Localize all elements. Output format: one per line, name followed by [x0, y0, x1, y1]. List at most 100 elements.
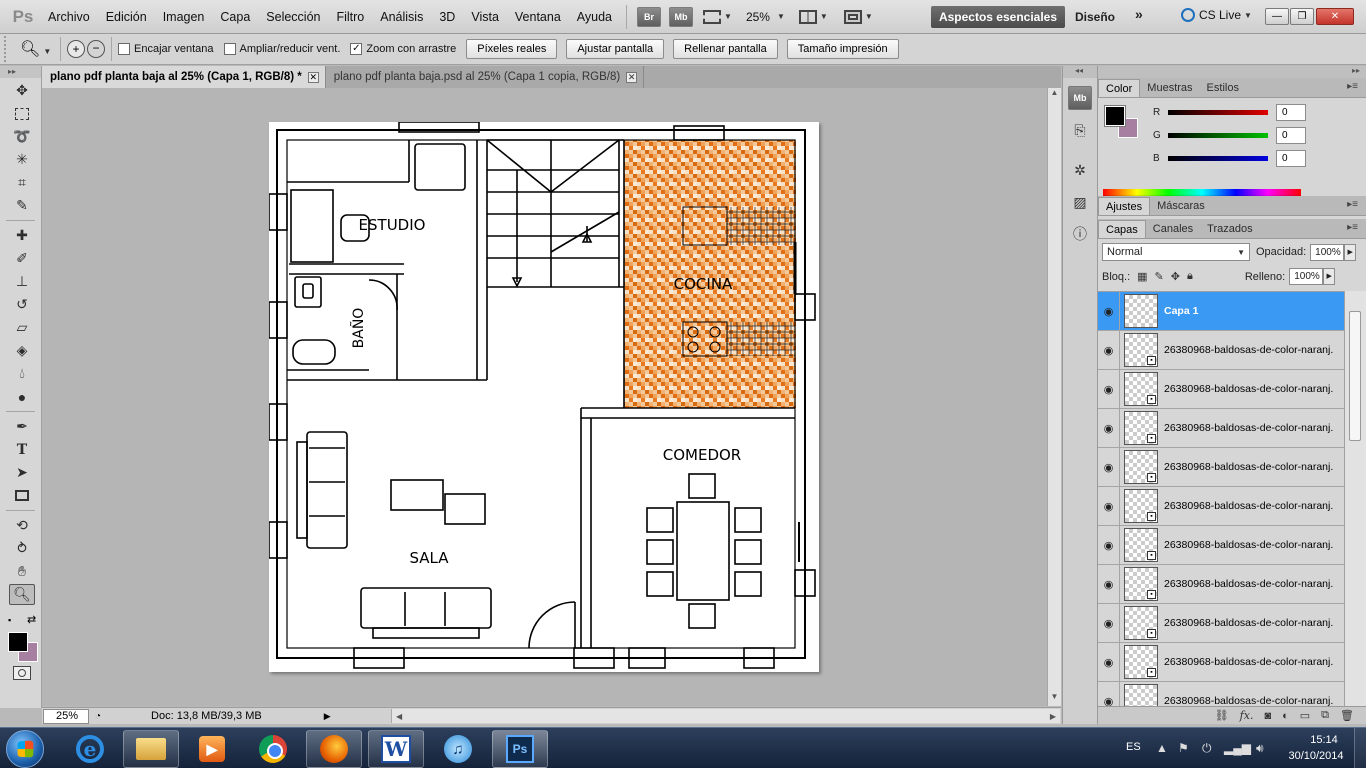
document-tab-active[interactable]: plano pdf planta baja al 25% (Capa 1, RG…	[42, 66, 326, 88]
menu-capa[interactable]: Capa	[212, 0, 258, 34]
fill-screen-button[interactable]: Rellenar pantalla	[673, 39, 778, 59]
menu-archivo[interactable]: Archivo	[40, 0, 98, 34]
visibility-eye-icon[interactable]: ◉	[1098, 564, 1120, 604]
menu-imagen[interactable]: Imagen	[155, 0, 213, 34]
tab-swatches[interactable]: Muestras	[1140, 79, 1199, 97]
panel-menu-icon[interactable]: ▸≡	[1347, 222, 1358, 233]
screen-mode-icon[interactable]	[843, 9, 862, 24]
layer-row[interactable]: ◉ ▪ 26380968-baldosas-de-color-naranj...	[1098, 447, 1344, 487]
canvas-vertical-scrollbar[interactable]: ▲ ▼	[1047, 88, 1061, 706]
visibility-eye-icon[interactable]: ◉	[1098, 486, 1120, 526]
minimize-window-button[interactable]: —	[1265, 8, 1289, 25]
document-tab[interactable]: plano pdf planta baja.psd al 25% (Capa 1…	[326, 66, 645, 88]
fill-spin-icon[interactable]: ▶	[1323, 268, 1336, 285]
path-selection-icon[interactable]: ➤	[9, 462, 35, 483]
tools-panel-grip[interactable]: ▸▸	[0, 66, 41, 78]
show-hidden-icons-icon[interactable]: ▲	[1156, 741, 1168, 755]
layer-row[interactable]: ◉ Capa 1	[1098, 292, 1344, 331]
adjustment-layer-icon[interactable]: ◐	[1282, 710, 1289, 722]
start-button[interactable]	[6, 730, 44, 768]
canvas-horizontal-scrollbar[interactable]: ◀ ▶	[391, 709, 1060, 723]
layer-row[interactable]: ◉ ▪ 26380968-baldosas-de-color-naranj...	[1098, 642, 1344, 682]
scroll-up-icon[interactable]: ▲	[1048, 88, 1061, 102]
lasso-tool-icon[interactable]: ➰	[9, 126, 35, 147]
history-brush-icon[interactable]: ↺	[9, 294, 35, 315]
visibility-eye-icon[interactable]: ◉	[1098, 603, 1120, 643]
lock-position-icon[interactable]: ✥	[1171, 270, 1180, 283]
layer-row[interactable]: ◉ ▪ 26380968-baldosas-de-color-naranj...	[1098, 408, 1344, 448]
move-tool-icon[interactable]: ✥	[9, 80, 35, 101]
workspace-essentials-button[interactable]: Aspectos esenciales	[931, 6, 1065, 28]
close-tab-icon[interactable]: ✕	[307, 71, 319, 83]
lock-transparency-icon[interactable]: ▦	[1137, 270, 1147, 283]
cs-live-menu[interactable]: CS Live ▼	[1181, 8, 1252, 22]
red-track[interactable]	[1168, 109, 1268, 115]
chevron-down-icon[interactable]: ▼	[820, 12, 828, 21]
clock-time[interactable]: 15:14	[1296, 734, 1352, 746]
close-window-button[interactable]: ✕	[1316, 8, 1354, 25]
taskbar-chrome[interactable]	[245, 730, 301, 768]
crop-tool-icon[interactable]: ⌗	[9, 172, 35, 193]
opacity-field[interactable]: 100%	[1310, 243, 1345, 261]
tab-layers[interactable]: Capas	[1098, 220, 1146, 238]
clone-stamp-icon[interactable]: ⊥	[9, 271, 35, 292]
menu-ayuda[interactable]: Ayuda	[569, 0, 620, 34]
blue-track[interactable]	[1168, 155, 1268, 161]
brush-tool-icon[interactable]: ✐	[9, 248, 35, 269]
arrange-documents-icon[interactable]	[798, 9, 817, 24]
status-menu-arrow-icon[interactable]: ▶	[324, 711, 331, 722]
close-tab-icon[interactable]: ✕	[626, 71, 638, 83]
workspace-design-button[interactable]: Diseño	[1075, 6, 1115, 28]
color-foreground-swatch[interactable]	[1104, 105, 1126, 127]
floor-plan-document[interactable]: ESTUDIO BAÑO COCINA COMEDOR SALA	[268, 121, 819, 672]
visibility-eye-icon[interactable]: ◉	[1098, 642, 1120, 682]
scroll-down-icon[interactable]: ▼	[1048, 692, 1061, 706]
options-bar-grip[interactable]	[4, 36, 14, 62]
tab-channels[interactable]: Canales	[1146, 220, 1200, 238]
new-group-icon[interactable]: ▭	[1300, 709, 1310, 722]
tab-masks[interactable]: Máscaras	[1150, 197, 1212, 215]
mini-bridge-panel-button[interactable]: Mb	[1068, 86, 1092, 110]
panel-menu-icon[interactable]: ▸≡	[1347, 81, 1358, 92]
network-signal-icon[interactable]: ▂▄▆	[1224, 741, 1251, 755]
blue-value-field[interactable]: 0	[1276, 149, 1306, 167]
red-channel-slider[interactable]: R 0	[1153, 102, 1363, 122]
zoom-out-icon[interactable]: −	[87, 40, 105, 58]
layer-row[interactable]: ◉ ▪ 26380968-baldosas-de-color-naranj...	[1098, 564, 1344, 604]
layer-row[interactable]: ◉ ▪ 26380968-baldosas-de-color-naranj...	[1098, 681, 1344, 706]
dock-grip[interactable]: ◂◂	[1063, 66, 1097, 78]
chevron-down-icon[interactable]: ▼	[865, 12, 873, 21]
default-colors-icon[interactable]: ▪	[8, 615, 11, 625]
fill-field[interactable]: 100%	[1289, 268, 1324, 285]
layer-row[interactable]: ◉ ▪ 26380968-baldosas-de-color-naranj...	[1098, 603, 1344, 643]
scrubby-zoom-checkbox[interactable]: ✓ Zoom con arrastre	[350, 43, 456, 55]
workspace-more-icon[interactable]: »	[1135, 6, 1143, 22]
green-channel-slider[interactable]: G 0	[1153, 125, 1363, 145]
visibility-eye-icon[interactable]: ◉	[1098, 447, 1120, 487]
green-value-field[interactable]: 0	[1276, 126, 1306, 144]
healing-brush-icon[interactable]: ✚	[9, 225, 35, 246]
show-desktop-button[interactable]	[1354, 728, 1366, 768]
scroll-left-icon[interactable]: ◀	[396, 712, 402, 721]
visibility-eye-icon[interactable]: ◉	[1098, 369, 1120, 409]
taskbar-file-explorer[interactable]	[123, 730, 179, 768]
menu-seleccion[interactable]: Selección	[258, 0, 328, 34]
panel-menu-icon[interactable]: ▸≡	[1347, 199, 1358, 210]
taskbar-internet-explorer[interactable]: e	[62, 730, 118, 768]
restore-window-button[interactable]: ❐	[1290, 8, 1314, 25]
red-value-field[interactable]: 0	[1276, 103, 1306, 121]
resize-window-checkbox[interactable]: Ampliar/reducir vent.	[223, 43, 340, 55]
add-mask-icon[interactable]: ◙	[1264, 710, 1271, 722]
visibility-eye-icon[interactable]: ◉	[1098, 330, 1120, 370]
pen-tool-icon[interactable]: ✒	[9, 416, 35, 437]
menu-filtro[interactable]: Filtro	[328, 0, 372, 34]
visibility-eye-icon[interactable]: ◉	[1098, 292, 1120, 331]
menu-vista[interactable]: Vista	[463, 0, 507, 34]
navigator-panel-icon[interactable]: ✲	[1068, 158, 1092, 182]
foreground-color-swatch[interactable]	[8, 632, 28, 652]
tab-styles[interactable]: Estilos	[1200, 79, 1246, 97]
menu-ventana[interactable]: Ventana	[507, 0, 569, 34]
tab-color[interactable]: Color	[1098, 79, 1141, 97]
chevron-down-icon[interactable]: ▼	[724, 12, 732, 21]
scroll-right-icon[interactable]: ▶	[1050, 712, 1056, 721]
